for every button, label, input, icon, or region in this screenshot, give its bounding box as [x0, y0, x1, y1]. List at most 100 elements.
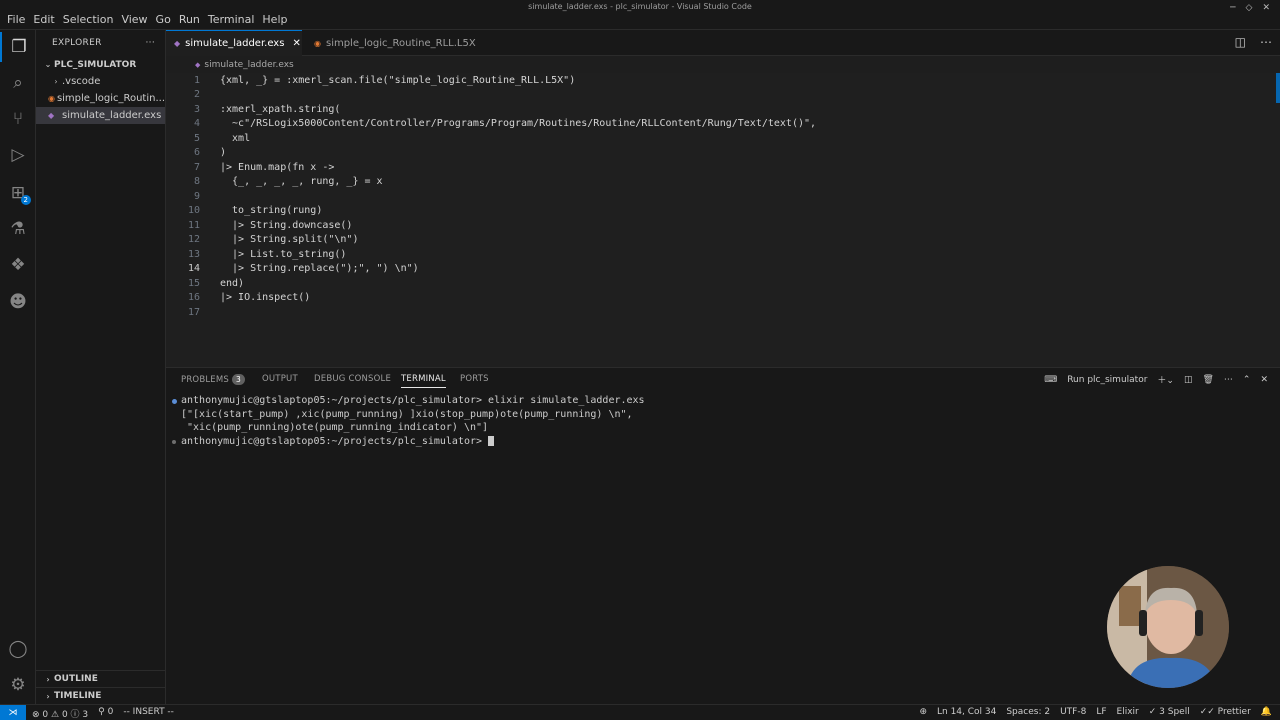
timeline-section[interactable]: › TIMELINE [36, 687, 166, 704]
menu-item-view[interactable]: View [117, 13, 151, 26]
panel-tabs: PROBLEMS 3 OUTPUT DEBUG CONSOLE TERMINAL … [166, 368, 1280, 392]
code-line: 17 [166, 305, 1266, 320]
code-line: 12 |> String.split("\n") [166, 233, 1266, 248]
remote-icon[interactable]: ⋊ [0, 705, 26, 720]
code-text: |> String.replace(");", ") \n") [220, 263, 419, 275]
title-bar: simulate_ladder.exs - plc_simulator - Vi… [0, 0, 1280, 30]
close-icon[interactable]: ✕ [292, 38, 300, 49]
run-debug-icon[interactable]: ▷ [0, 140, 36, 170]
tab-terminal[interactable]: TERMINAL [401, 374, 446, 388]
code-line: 13 |> List.to_string() [166, 247, 1266, 262]
code-line: 11 |> String.downcase() [166, 218, 1266, 233]
code-line: 1 {xml, _} = :xmerl_scan.file("simple_log… [166, 73, 1266, 88]
menu-item-file[interactable]: File [3, 13, 29, 26]
eol[interactable]: LF [1096, 707, 1106, 717]
zoom-icon[interactable]: ⊕ [919, 707, 927, 717]
menu-item-selection[interactable]: Selection [59, 13, 118, 26]
terminal-line: ["[xic(start_pump) ,xic(pump_running) ]x… [181, 408, 633, 420]
tab-problems[interactable]: PROBLEMS 3 [181, 374, 245, 385]
tab-simulate-ladder[interactable]: ◆ simulate_ladder.exs ✕ [166, 30, 302, 56]
minimize-icon[interactable]: ─ [1230, 3, 1235, 13]
terminal-output[interactable]: anthonymujic@gtslaptop05:~/projects/plc_… [172, 395, 645, 450]
account-icon[interactable]: ◯ [0, 634, 36, 664]
menu-item-run[interactable]: Run [175, 13, 204, 26]
line-number: 2 [193, 89, 200, 101]
line-number: 6 [193, 147, 200, 159]
python-icon[interactable]: ❖ [0, 250, 36, 280]
gear-icon[interactable]: ⚙ [0, 670, 36, 700]
code-line: 7 |> Enum.map(fn x -> [166, 160, 1266, 175]
trash-icon[interactable]: 🗑 [1202, 375, 1213, 385]
line-number: 8 [193, 176, 200, 188]
line-number: 16 [187, 292, 200, 304]
copilot-icon[interactable]: ☻ [0, 287, 36, 317]
more-actions-icon[interactable]: ⋯ [1224, 375, 1233, 385]
notifications-icon[interactable]: 🔔 [1261, 707, 1272, 717]
menu-item-go[interactable]: Go [152, 13, 175, 26]
window-title: simulate_ladder.exs - plc_simulator - Vi… [528, 2, 752, 11]
source-control-icon[interactable]: ⑂ [0, 104, 36, 134]
explorer-sidebar: EXPLORER ··· ⌄ PLC_SIMULATOR › .vscode ◉… [36, 30, 166, 704]
window-controls: ─ ◇ ✕ [1230, 3, 1270, 13]
maximize-icon[interactable]: ◇ [1246, 3, 1253, 13]
close-panel-icon[interactable]: ✕ [1260, 375, 1268, 385]
language-mode[interactable]: Elixir [1117, 707, 1139, 717]
chevron-right-icon: › [54, 77, 58, 86]
testing-icon[interactable]: ⚗ [0, 214, 36, 244]
scrollbar[interactable] [1276, 73, 1280, 103]
close-window-icon[interactable]: ✕ [1262, 3, 1270, 13]
code-line: 15 end) [166, 276, 1266, 291]
line-number: 9 [193, 190, 200, 202]
tab-debug-console[interactable]: DEBUG CONSOLE [314, 374, 391, 384]
sidebar-item-vscode[interactable]: › .vscode [36, 73, 165, 90]
explorer-header: EXPLORER ··· [52, 38, 155, 48]
menu-item-edit[interactable]: Edit [29, 13, 58, 26]
outline-section[interactable]: › OUTLINE [36, 670, 166, 687]
activity-bar: ❐ ⌕ ⑂ ▷ ⊞ 2 ⚗ ❖ ☻ ◯ ⚙ [0, 30, 36, 704]
explorer-icon[interactable]: ❐ [0, 32, 36, 62]
menu-item-terminal[interactable]: Terminal [204, 13, 259, 26]
cursor-position[interactable]: Ln 14, Col 34 [937, 707, 996, 717]
workspace-folder[interactable]: ⌄ PLC_SIMULATOR [36, 56, 165, 73]
menu-item-help[interactable]: Help [258, 13, 291, 26]
status-right: ⊕ Ln 14, Col 34 Spaces: 2 UTF-8 LF Elixi… [919, 707, 1272, 717]
code-text: to_string(rung) [220, 205, 323, 217]
xml-file-icon: ◉ [314, 38, 321, 48]
terminal-icon: ⌨ [1044, 374, 1058, 385]
problems-status[interactable]: ⊗ 0 ⚠ 0 ⓘ 3 [32, 707, 88, 720]
xml-file-icon: ◉ [48, 94, 55, 103]
code-text: |> List.to_string() [220, 248, 347, 260]
search-icon[interactable]: ⌕ [0, 68, 36, 98]
spell-check[interactable]: ✓ 3 Spell [1149, 707, 1190, 717]
run-terminal-label[interactable]: Run plc_simulator [1067, 375, 1147, 385]
ports-status[interactable]: ⚲ 0 [98, 707, 113, 720]
split-terminal-icon[interactable]: ◫ [1184, 375, 1193, 385]
indentation[interactable]: Spaces: 2 [1006, 707, 1050, 717]
tab-ports[interactable]: PORTS [460, 374, 489, 384]
line-number: 12 [187, 234, 200, 246]
tab-output[interactable]: OUTPUT [262, 374, 298, 384]
add-terminal-icon[interactable]: ＋⌄ [1157, 373, 1174, 386]
status-bar: ⋊ ⊗ 0 ⚠ 0 ⓘ 3 ⚲ 0 -- INSERT -- ⊕ Ln 14, … [0, 704, 1280, 720]
split-editor-icon[interactable]: ◫ [1235, 35, 1246, 49]
tab-simple-logic[interactable]: ◉ simple_logic_Routine_RLL.L5X [306, 30, 476, 56]
menu-bar: File Edit Selection View Go Run Terminal Help [3, 13, 291, 26]
code-text: ) [220, 147, 227, 159]
extensions-icon[interactable]: ⊞ 2 [0, 178, 36, 208]
encoding[interactable]: UTF-8 [1060, 707, 1086, 717]
terminal-line: anthonymujic@gtslaptop05:~/projects/plc_… [172, 435, 645, 450]
code-text: :xmerl_xpath.string( [220, 103, 341, 115]
code-text: {xml, _} = :xmerl_scan.file("simple_logi… [220, 74, 576, 86]
code-line: 8 {_, _, _, _, rung, _} = x [166, 175, 1266, 190]
chevron-up-icon[interactable]: ⌃ [1243, 375, 1251, 385]
presenter-image [1107, 566, 1229, 688]
code-editor[interactable]: 1 {xml, _} = :xmerl_scan.file("simple_log… [166, 73, 1280, 367]
more-actions-icon[interactable]: ⋯ [1260, 35, 1272, 49]
breadcrumb[interactable]: ◆ simulate_ladder.exs [166, 57, 294, 73]
sidebar-item-exs[interactable]: ◆ simulate_ladder.exs [36, 107, 165, 124]
code-text: |> Enum.map(fn x -> [220, 161, 335, 173]
prettier[interactable]: ✓✓ Prettier [1200, 707, 1251, 717]
line-number: 1 [193, 74, 200, 86]
more-actions-icon[interactable]: ··· [146, 38, 155, 48]
sidebar-item-l5x[interactable]: ◉ simple_logic_Routin... [36, 90, 165, 107]
